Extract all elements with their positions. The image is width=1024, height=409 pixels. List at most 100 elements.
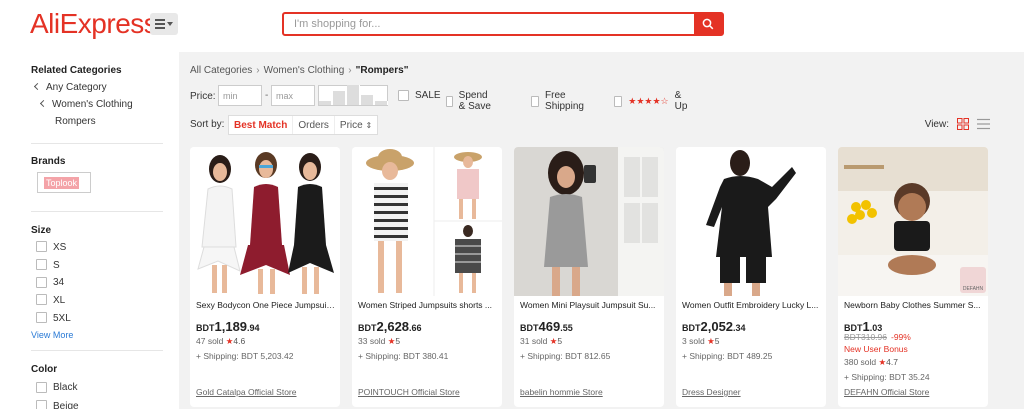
product-title[interactable]: Women Mini Playsuit Jumpsuit Su... bbox=[520, 300, 660, 310]
rating-value: 5 bbox=[714, 336, 720, 346]
size-label: XS bbox=[53, 242, 67, 253]
sort-label: Sort by: bbox=[190, 119, 225, 130]
product-card[interactable]: Sexy Bodycon One Piece Jumpsuit ... BDT1… bbox=[190, 147, 340, 407]
sort-orders[interactable]: Orders bbox=[293, 116, 335, 134]
shipping-cost: + Shipping: BDT 812.65 bbox=[520, 351, 611, 361]
size-checkbox-5xl[interactable] bbox=[36, 312, 47, 323]
caret-down-icon bbox=[167, 22, 173, 26]
store-link[interactable]: Gold Catalpa Official Store bbox=[196, 387, 296, 397]
product-title[interactable]: Women Striped Jumpsuits shorts ... bbox=[358, 300, 498, 310]
sale-checkbox[interactable] bbox=[398, 90, 409, 101]
store-link[interactable]: babelin hommie Store bbox=[520, 387, 603, 397]
price-histogram[interactable] bbox=[318, 85, 388, 106]
product-title[interactable]: Sexy Bodycon One Piece Jumpsuit ... bbox=[196, 300, 336, 310]
size-checkbox-s[interactable] bbox=[36, 259, 47, 270]
sold-count: 47 sold bbox=[196, 336, 224, 346]
breadcrumb-womens-clothing[interactable]: Women's Clothing bbox=[264, 65, 345, 76]
rating-value: 4.7 bbox=[886, 357, 898, 367]
product-card[interactable]: Women Striped Jumpsuits shorts ... BDT2,… bbox=[352, 147, 502, 407]
breadcrumb-separator: › bbox=[348, 65, 352, 76]
filter-spend-save[interactable]: Spend & Save bbox=[446, 90, 492, 112]
filter-free-shipping[interactable]: Free Shipping bbox=[531, 90, 587, 112]
price-currency: BDT bbox=[196, 323, 215, 333]
product-title[interactable]: Newborn Baby Clothes Summer S... bbox=[844, 300, 984, 310]
aliexpress-logo[interactable]: AliExpress bbox=[30, 8, 158, 40]
size-label: S bbox=[53, 260, 60, 271]
and-up-label: & Up bbox=[674, 90, 688, 112]
rating-value: 4.6 bbox=[233, 336, 246, 346]
sidebar: Related Categories Any Category Women's … bbox=[0, 52, 179, 409]
product-card[interactable]: Women Outfit Embroidery Lucky L... BDT2,… bbox=[676, 147, 826, 407]
category-label: Any Category bbox=[46, 82, 107, 93]
product-image[interactable] bbox=[352, 147, 502, 296]
star-icon: ★ bbox=[878, 357, 887, 367]
new-user-bonus: New User Bonus bbox=[844, 344, 908, 354]
size-label: XL bbox=[53, 295, 66, 306]
price-cents: .55 bbox=[560, 323, 573, 333]
product-meta: 31 sold ★5 bbox=[520, 336, 562, 347]
size-checkbox-34[interactable] bbox=[36, 277, 47, 288]
sold-count: 31 sold bbox=[520, 336, 548, 346]
header: AliExpress bbox=[0, 0, 1024, 52]
shipping-cost: + Shipping: BDT 380.41 bbox=[358, 351, 449, 361]
store-link[interactable]: Dress Designer bbox=[682, 387, 741, 397]
category-menu-button[interactable] bbox=[150, 13, 178, 35]
brands-title: Brands bbox=[31, 156, 66, 167]
breadcrumb-separator: › bbox=[256, 65, 260, 76]
product-card[interactable]: DEFAHN Newborn Baby Clothes Summer S... … bbox=[838, 147, 988, 407]
size-checkbox-xl[interactable] bbox=[36, 294, 47, 305]
product-image[interactable]: DEFAHN bbox=[838, 147, 988, 296]
sold-count: 33 sold bbox=[358, 336, 386, 346]
product-card[interactable]: Women Mini Playsuit Jumpsuit Su... BDT46… bbox=[514, 147, 664, 407]
search-input[interactable] bbox=[284, 14, 694, 34]
rating-value: 5 bbox=[395, 336, 401, 346]
search-button[interactable] bbox=[694, 14, 722, 34]
divider bbox=[31, 143, 163, 144]
price-max-input[interactable]: max bbox=[271, 85, 315, 106]
product-image[interactable] bbox=[190, 147, 340, 296]
breadcrumb-all-categories[interactable]: All Categories bbox=[190, 65, 252, 76]
size-title: Size bbox=[31, 225, 52, 236]
discount-badge: -99% bbox=[891, 332, 911, 342]
price-main: 2,052 bbox=[700, 319, 734, 334]
filter-sale[interactable]: SALE bbox=[398, 90, 441, 101]
color-checkbox-black[interactable] bbox=[36, 382, 47, 393]
list-view-icon[interactable] bbox=[977, 118, 990, 130]
product-image[interactable] bbox=[676, 147, 826, 296]
free-shipping-checkbox[interactable] bbox=[531, 95, 540, 107]
spend-save-label: Spend & Save bbox=[458, 90, 491, 112]
hamburger-icon bbox=[155, 19, 165, 29]
sort-best-match[interactable]: Best Match bbox=[229, 116, 294, 134]
store-link[interactable]: DEFAHN Official Store bbox=[844, 387, 929, 397]
grid-view-icon[interactable] bbox=[957, 118, 969, 130]
price-main: 469 bbox=[538, 319, 561, 334]
category-womens-clothing[interactable]: Women's Clothing bbox=[39, 99, 133, 110]
original-price: BDT310.96 -99% bbox=[844, 332, 911, 342]
category-rompers[interactable]: Rompers bbox=[55, 116, 96, 127]
size-checkbox-xs[interactable] bbox=[36, 241, 47, 252]
product-meta: 380 sold ★4.7 bbox=[844, 357, 898, 368]
divider bbox=[31, 350, 163, 351]
price-cents: .66 bbox=[409, 323, 422, 333]
price-min-input[interactable]: min bbox=[218, 85, 262, 106]
sort-price-label: Price bbox=[339, 120, 363, 131]
category-label: Women's Clothing bbox=[52, 99, 133, 110]
chevron-left-icon bbox=[39, 99, 48, 108]
view-more-link[interactable]: View More bbox=[31, 330, 73, 340]
product-image[interactable] bbox=[514, 147, 664, 296]
filter-rating[interactable]: ★★★★☆ & Up bbox=[614, 90, 690, 112]
sort-price[interactable]: Price ⇕ bbox=[335, 116, 377, 134]
rating-checkbox[interactable] bbox=[614, 95, 623, 107]
product-title[interactable]: Women Outfit Embroidery Lucky L... bbox=[682, 300, 822, 310]
color-checkbox-beige[interactable] bbox=[36, 400, 47, 409]
product-meta: 3 sold ★5 bbox=[682, 336, 719, 347]
price-main: 1,189 bbox=[214, 319, 248, 334]
spend-save-checkbox[interactable] bbox=[446, 95, 453, 107]
category-any[interactable]: Any Category bbox=[33, 82, 107, 93]
rating-value: 5 bbox=[557, 336, 563, 346]
star-rating-icon: ★★★★☆ bbox=[628, 95, 669, 106]
brand-toplook[interactable]: Toplook bbox=[37, 172, 91, 193]
product-meta: 47 sold ★4.6 bbox=[196, 336, 245, 347]
product-price: BDT1,189.94 bbox=[196, 319, 260, 334]
store-link[interactable]: POINTOUCH Official Store bbox=[358, 387, 460, 397]
